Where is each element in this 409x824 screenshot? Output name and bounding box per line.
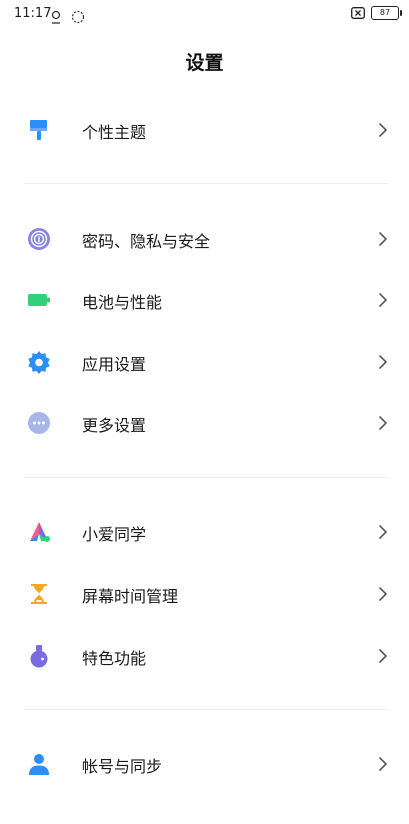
chevron-right-icon [379, 649, 387, 663]
no-sim-icon [351, 7, 365, 19]
fingerprint-icon [28, 228, 50, 250]
page-title: 设置 [185, 52, 224, 74]
battery-icon [28, 294, 50, 306]
xiaoai-icon [30, 522, 50, 542]
status-icons-left [50, 6, 85, 25]
chevron-right-icon [379, 757, 387, 771]
settings-item-label: 屏幕时间管理 [82, 587, 179, 606]
settings-item-label: 密码、隐私与安全 [82, 232, 211, 251]
settings-item-special-features[interactable]: 特色功能 [0, 626, 409, 686]
chevron-right-icon [379, 355, 387, 369]
chevron-right-icon [379, 123, 387, 137]
settings-item-label: 小爱同学 [82, 525, 147, 544]
chevron-right-icon [379, 416, 387, 430]
settings-item-label: 特色功能 [82, 649, 147, 668]
settings-item-battery[interactable]: 电池与性能 [0, 270, 409, 330]
section-divider [24, 709, 388, 710]
gear-icon [28, 351, 50, 374]
more-dots-icon [28, 412, 50, 434]
settings-item-account-sync[interactable]: 帐号与同步 [0, 734, 409, 794]
loading-icon [71, 10, 85, 23]
settings-item-more[interactable]: 更多设置 [0, 393, 409, 453]
settings-item-label: 个性主题 [82, 123, 147, 142]
settings-item-xiaoai[interactable]: 小爱同学 [0, 502, 409, 562]
settings-item-label: 更多设置 [82, 416, 147, 435]
flask-icon [30, 645, 48, 668]
settings-item-screen-time[interactable]: 屏幕时间管理 [0, 564, 409, 624]
chevron-right-icon [379, 293, 387, 307]
status-icons-right: 87 [351, 6, 402, 20]
section-divider [24, 477, 388, 478]
chevron-right-icon [379, 232, 387, 246]
section-divider [24, 183, 388, 184]
settings-item-app-settings[interactable]: 应用设置 [0, 332, 409, 392]
hourglass-icon [31, 584, 47, 604]
settings-item-privacy[interactable]: 密码、隐私与安全 [0, 209, 409, 269]
settings-item-label: 电池与性能 [82, 293, 163, 312]
chevron-right-icon [379, 525, 387, 539]
settings-item-theme[interactable]: 个性主题 [0, 100, 409, 160]
settings-item-label: 应用设置 [82, 355, 147, 374]
chevron-right-icon [379, 587, 387, 601]
location-icon [51, 10, 61, 24]
status-time: 11:17 [14, 6, 52, 21]
battery-indicator: 87 [371, 6, 402, 20]
settings-item-label: 帐号与同步 [82, 757, 163, 776]
status-bar: 11:17 87 [0, 0, 409, 30]
person-icon [29, 754, 49, 775]
paintbrush-icon [30, 120, 47, 140]
